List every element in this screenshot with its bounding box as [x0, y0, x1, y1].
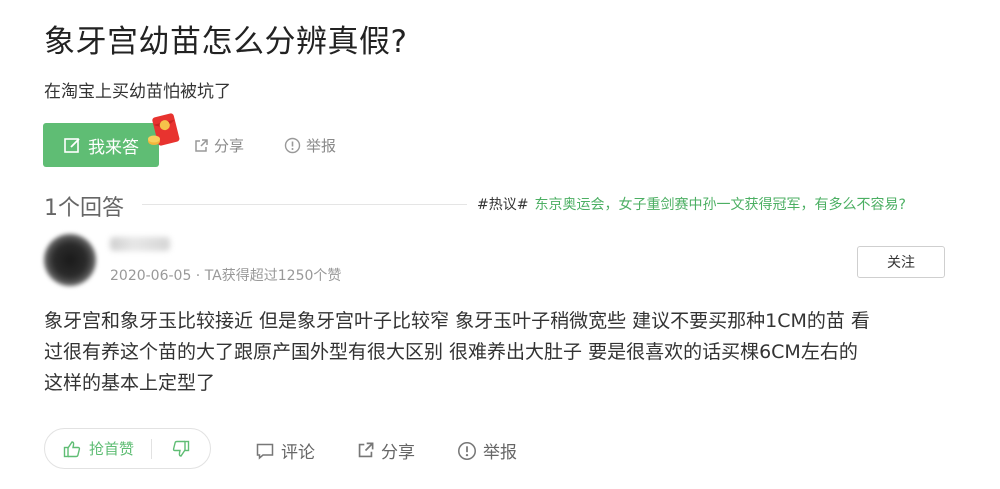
answer-line: 这样的基本上定型了 — [44, 372, 216, 394]
answer-meta: 2020-06-05 · TA获得超过1250个赞 — [110, 268, 342, 284]
share-label: 分享 — [214, 137, 245, 155]
thumb-up-icon — [63, 440, 81, 457]
vote-control: 抢首赞 — [44, 428, 211, 469]
red-packet-icon — [147, 112, 185, 148]
username-blurred — [110, 237, 170, 251]
answer-content: 象牙宫和象牙玉比较接近 但是象牙宫叶子比较窄 象牙玉叶子稍微宽些 建议不要买那种… — [44, 306, 964, 399]
edit-icon — [63, 136, 82, 155]
answer-line: 象牙宫和象牙玉比较接近 但是象牙宫叶子比较窄 象牙玉叶子稍微宽些 建议不要买那种… — [44, 310, 870, 332]
answer-button-label: 我来答 — [88, 137, 139, 158]
share-icon — [195, 138, 208, 152]
share-icon — [358, 442, 374, 458]
divider — [142, 204, 467, 205]
share-label: 分享 — [381, 443, 415, 463]
comment-icon — [256, 443, 274, 460]
answer-button[interactable]: 我来答 — [43, 123, 159, 167]
upvote-label: 抢首赞 — [89, 440, 135, 458]
comment-button[interactable]: 评论 — [255, 438, 315, 463]
thumb-down-icon — [172, 440, 190, 457]
downvote-button[interactable] — [152, 440, 210, 458]
avatar[interactable] — [44, 234, 96, 286]
question-description: 在淘宝上买幼苗怕被坑了 — [44, 82, 231, 102]
upvote-button[interactable]: 抢首赞 — [45, 438, 151, 459]
share-link[interactable]: 分享 — [193, 135, 244, 156]
report-icon — [458, 441, 476, 460]
comment-label: 评论 — [281, 443, 315, 463]
report-link[interactable]: 举报 — [284, 135, 336, 156]
hot-topic-tag: #热议# — [477, 197, 529, 213]
report-label: 举报 — [483, 443, 517, 463]
report-button[interactable]: 举报 — [457, 438, 517, 463]
question-title: 象牙宫幼苗怎么分辨真假? — [44, 24, 408, 60]
hot-topic[interactable]: #热议# 东京奥运会，女子重剑赛中孙一文获得冠军，有多么不容易? — [477, 194, 906, 214]
report-icon — [284, 137, 301, 154]
answer-line: 过很有养这个苗的大了跟原产国外型有很大区别 很难养出大肚子 要是很喜欢的话买棵6… — [44, 341, 858, 363]
answer-count: 1个回答 — [44, 196, 124, 221]
hot-topic-link[interactable]: 东京奥运会，女子重剑赛中孙一文获得冠军，有多么不容易? — [534, 194, 905, 214]
follow-button[interactable]: 关注 — [857, 246, 945, 278]
share-button[interactable]: 分享 — [356, 438, 415, 463]
report-label: 举报 — [306, 137, 337, 155]
